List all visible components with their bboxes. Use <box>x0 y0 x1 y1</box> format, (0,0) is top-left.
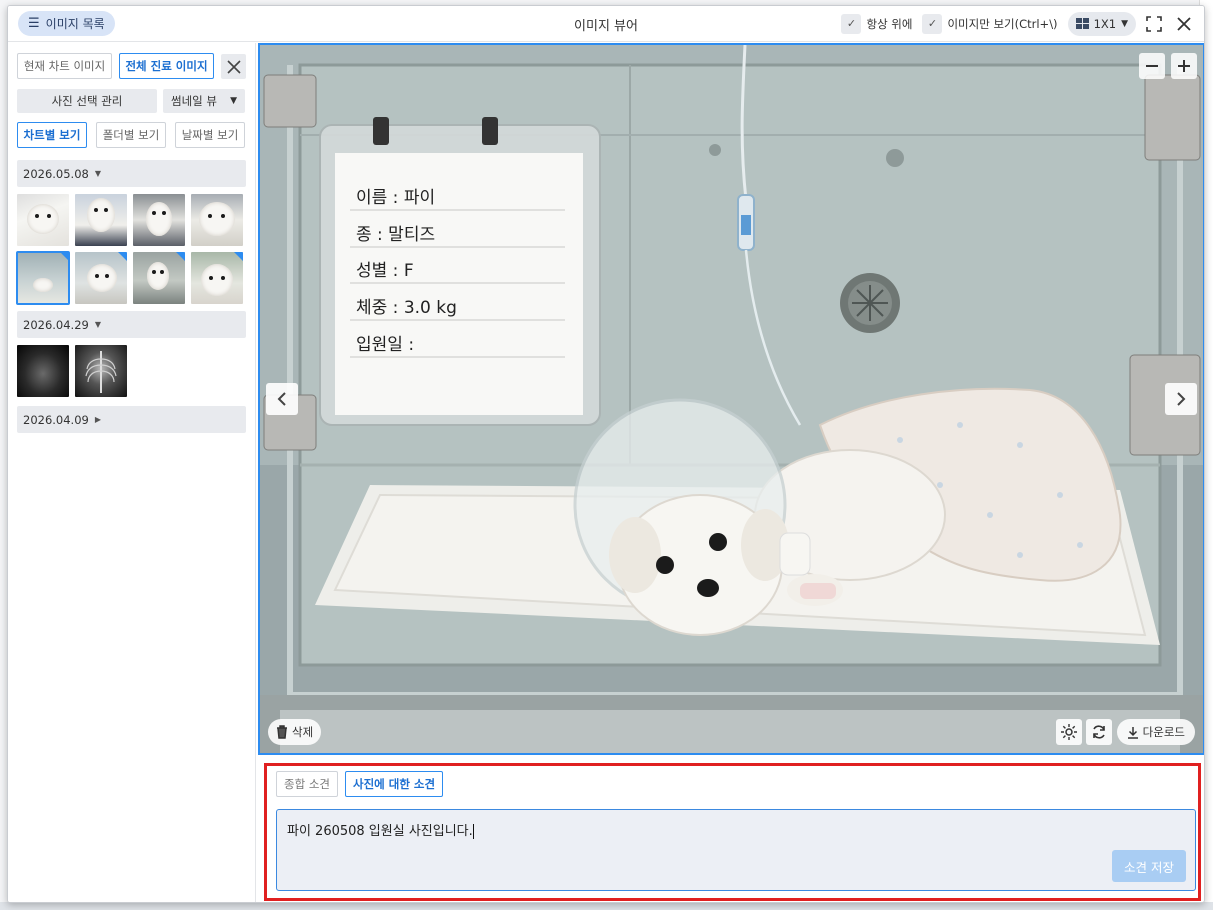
delete-image-button[interactable]: 삭제 <box>268 719 322 745</box>
thumbnail-view-dropdown[interactable]: 썸네일 뷰 ▼ <box>163 89 245 113</box>
image-thumbnail-selected[interactable] <box>16 251 70 305</box>
image-only-label: 이미지만 보기(Ctrl+\) <box>947 16 1058 31</box>
check-icon: ✓ <box>922 13 943 34</box>
close-icon <box>1177 16 1191 31</box>
date-group-label: 2026.04.09 <box>23 412 89 427</box>
minus-icon <box>1146 65 1158 67</box>
chevron-down-icon: ▼ <box>230 96 237 106</box>
card-line-admission: 입원일 : <box>356 335 414 355</box>
fullscreen-icon <box>1146 15 1162 32</box>
thumbnail-row <box>17 194 243 246</box>
grid-icon <box>1075 18 1089 29</box>
caret-down-icon: ▼ <box>94 169 102 178</box>
list-icon: ☰ <box>28 16 40 31</box>
image-list-toggle-label: 이미지 목록 <box>45 17 105 31</box>
previous-image-button[interactable] <box>266 383 298 415</box>
tab-photo-findings[interactable]: 사진에 대한 소견 <box>345 771 444 797</box>
chevron-right-icon <box>1177 392 1186 406</box>
tab-general-findings[interactable]: 종합 소견 <box>276 771 338 797</box>
image-thumbnail[interactable] <box>133 252 185 304</box>
check-icon: ✓ <box>841 13 862 34</box>
thumbnail-row <box>16 251 243 305</box>
date-group-label: 2026.04.29 <box>23 317 89 332</box>
plus-icon <box>1178 60 1190 72</box>
selected-corner-marker <box>60 252 69 261</box>
sun-icon <box>1061 724 1077 740</box>
trash-icon <box>277 725 287 739</box>
rotate-button[interactable] <box>1086 719 1112 745</box>
refresh-icon <box>1093 725 1105 739</box>
view-by-chart-button[interactable]: 차트별 보기 <box>17 122 87 148</box>
chevron-left-icon <box>277 392 286 406</box>
image-thumbnail[interactable] <box>75 252 127 304</box>
findings-panel: 종합 소견 사진에 대한 소견 파이 260508 입원실 사진입니다. 소견 … <box>264 763 1201 901</box>
caret-right-icon: ▶ <box>94 415 102 424</box>
layout-select-button[interactable]: 1X1 ▼ <box>1067 11 1136 36</box>
download-label: 다운로드 <box>1142 725 1185 739</box>
chevron-down-icon: ▼ <box>1121 18 1128 29</box>
thumbnail-view-label: 썸네일 뷰 <box>171 94 217 108</box>
marker-corner <box>118 252 127 261</box>
text-caret <box>472 824 474 839</box>
marker-corner <box>176 252 185 261</box>
fullscreen-button[interactable] <box>1142 12 1166 36</box>
image-list-toggle-button[interactable]: ☰ 이미지 목록 <box>18 11 115 36</box>
download-icon <box>1127 726 1138 739</box>
image-thumbnail[interactable] <box>75 194 127 246</box>
image-thumbnail[interactable] <box>191 252 243 304</box>
all-visit-images-button[interactable]: 전체 진료 이미지 <box>119 53 214 79</box>
image-list-sidebar: 현재 차트 이미지 전체 진료 이미지 사진 선택 관리 썸네일 뷰 ▼ 차트별… <box>8 43 256 902</box>
card-line-name: 이름 : 파이 <box>356 188 435 208</box>
close-window-button[interactable] <box>1172 12 1196 36</box>
current-chart-images-button[interactable]: 현재 차트 이미지 <box>17 53 112 79</box>
titlebar-controls: ✓ 항상 위에 ✓ 이미지만 보기(Ctrl+\) 1X1 ▼ <box>841 11 1196 36</box>
titlebar: ☰ 이미지 목록 이미지 뷰어 ✓ 항상 위에 ✓ 이미지만 보기(Ctrl+\… <box>8 6 1204 42</box>
layout-label: 1X1 <box>1093 16 1117 31</box>
view-by-folder-button[interactable]: 폴더별 보기 <box>96 122 166 148</box>
xray-thumbnail[interactable] <box>75 345 127 397</box>
image-viewer-window: ☰ 이미지 목록 이미지 뷰어 ✓ 항상 위에 ✓ 이미지만 보기(Ctrl+\… <box>7 5 1205 903</box>
caret-down-icon: ▼ <box>94 320 102 329</box>
date-group-header[interactable]: 2026.04.29 ▼ <box>17 311 246 338</box>
sidebar-close-button[interactable] <box>221 54 246 79</box>
xray-thumbnail[interactable] <box>17 345 69 397</box>
view-by-date-button[interactable]: 날짜별 보기 <box>175 122 245 148</box>
image-thumbnail[interactable] <box>191 194 243 246</box>
card-line-breed: 종 : 말티즈 <box>356 225 435 245</box>
findings-textarea[interactable]: 파이 260508 입원실 사진입니다. 소견 저장 <box>276 809 1196 891</box>
findings-text: 파이 260508 입원실 사진입니다. <box>287 824 473 839</box>
always-on-top-label: 항상 위에 <box>866 16 913 31</box>
delete-label: 삭제 <box>292 725 314 739</box>
image-thumbnail[interactable] <box>133 194 185 246</box>
xray-ribs-icon <box>85 351 117 393</box>
background-bottom <box>0 902 1213 910</box>
image-only-checkbox[interactable]: ✓ 이미지만 보기(Ctrl+\) <box>922 13 1058 34</box>
thumbnail-row <box>17 345 127 397</box>
always-on-top-checkbox[interactable]: ✓ 항상 위에 <box>841 13 913 34</box>
marker-corner <box>234 252 243 261</box>
save-findings-button[interactable]: 소견 저장 <box>1112 850 1186 882</box>
date-group-header[interactable]: 2026.05.08 ▼ <box>17 160 246 187</box>
zoom-out-button[interactable] <box>1139 53 1165 79</box>
brightness-button[interactable] <box>1056 719 1082 745</box>
image-viewport[interactable]: 이름 : 파이 종 : 말티즈 성별 : F 체중 : 3.0 kg 입원일 : <box>258 43 1204 755</box>
card-line-sex: 성별 : F <box>356 261 414 281</box>
image-thumbnail[interactable] <box>17 194 69 246</box>
zoom-in-button[interactable] <box>1171 53 1197 79</box>
date-group-header[interactable]: 2026.04.09 ▶ <box>17 406 246 433</box>
download-button[interactable]: 다운로드 <box>1116 719 1195 745</box>
close-icon <box>226 59 241 74</box>
photo-select-manage-button[interactable]: 사진 선택 관리 <box>17 89 157 113</box>
next-image-button[interactable] <box>1165 383 1197 415</box>
card-line-weight: 체중 : 3.0 kg <box>356 298 457 318</box>
inpatient-photo: 이름 : 파이 종 : 말티즈 성별 : F 체중 : 3.0 kg 입원일 : <box>260 45 1203 753</box>
date-group-label: 2026.05.08 <box>23 166 89 181</box>
